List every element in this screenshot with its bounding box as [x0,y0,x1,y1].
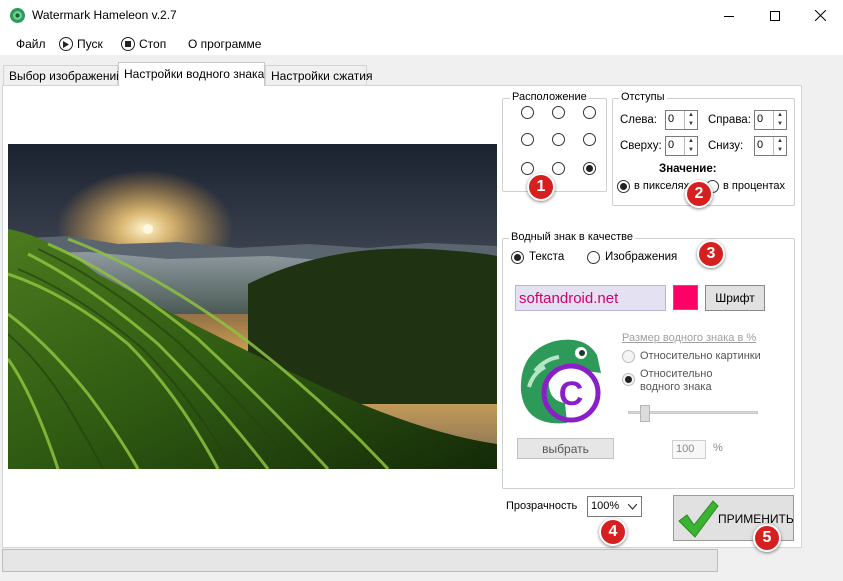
margin-bottom-spinner[interactable]: 0 ▲ ▼ [754,136,787,156]
value-heading: Значение: [659,163,717,175]
relative-picture-label: Относительно картинки [640,350,761,362]
position-bottom-right-radio[interactable] [583,162,596,175]
watermark-color-swatch[interactable] [673,285,698,310]
relative-watermark-label: Относительно водного знака [640,368,713,393]
badge-2: 2 [685,180,713,208]
chameleon-logo-icon: C [520,339,601,424]
position-middle-right-radio[interactable] [583,133,596,146]
tab-image-selection[interactable]: Выбор изображений [3,65,123,86]
badge-4: 4 [599,518,627,546]
opacity-select[interactable]: 100% [587,496,642,517]
margin-right-value: 0 [757,113,764,125]
watermark-image-radio[interactable] [587,251,600,264]
close-icon [814,10,826,21]
preview-image [8,144,497,469]
margin-top-label: Сверху: [620,140,662,152]
close-button[interactable] [797,0,843,31]
position-middle-left-radio[interactable] [521,133,534,146]
window-title: Watermark Hameleon v.2.7 [32,8,177,22]
tab-compression-settings[interactable]: Настройки сжатия [265,65,372,86]
title-bar: Watermark Hameleon v.2.7 [0,0,843,31]
chameleon-app-icon [9,7,26,24]
minimize-button[interactable] [706,0,752,31]
watermark-text-value: softandroid.net [519,290,619,307]
font-button[interactable]: Шрифт [705,285,765,311]
size-slider-thumb[interactable] [640,405,650,422]
margin-right-spinner[interactable]: 0 ▲ ▼ [754,110,787,130]
tab-watermark-settings[interactable]: Настройки водного знака [118,62,265,86]
margin-left-label: Слева: [620,114,657,126]
choose-image-button[interactable]: выбрать [517,438,614,459]
margin-left-value: 0 [668,113,675,125]
relative-watermark-radio[interactable] [622,373,635,386]
relative-picture-radio[interactable] [622,350,635,363]
apply-button-label: ПРИМЕНИТЬ [718,512,794,526]
watermark-image-label: Изображения [605,251,678,263]
margins-group-title: Отступы [619,91,667,103]
size-percent-value: 100 [676,443,695,455]
opacity-label: Прозрачность [506,500,578,512]
position-top-center-radio[interactable] [552,106,565,119]
stop-icon [121,37,135,51]
maximize-icon [770,10,780,21]
margin-bottom-value: 0 [757,139,764,151]
spinner-arrows[interactable]: ▲ ▼ [773,137,786,155]
watermark-image-preview: C [515,331,603,431]
margin-bottom-label: Снизу: [708,140,744,152]
position-middle-center-radio[interactable] [552,133,565,146]
unit-pixels-radio[interactable] [617,180,630,193]
menu-stop[interactable]: Стоп [121,35,166,53]
watermark-text-input[interactable]: softandroid.net [515,285,666,311]
watermark-size-link[interactable]: Размер водного знака в % [622,332,756,344]
margin-left-spinner[interactable]: 0 ▲ ▼ [665,110,698,130]
size-percent-unit: % [713,442,723,454]
minimize-icon [724,15,734,17]
watermark-type-group-title: Водный знак в качестве [509,231,635,243]
spinner-arrows[interactable]: ▲ ▼ [684,137,697,155]
menu-start[interactable]: Пуск [59,35,103,53]
spinner-arrows[interactable]: ▲ ▼ [684,111,697,129]
unit-percent-label: в процентах [723,180,785,192]
position-top-left-radio[interactable] [521,106,534,119]
badge-1: 1 [527,173,555,201]
checkmark-icon [678,500,719,538]
menu-bar: Файл Пуск Стоп О программе [0,31,843,55]
size-slider[interactable] [628,405,758,423]
menu-start-label: Пуск [77,37,103,51]
position-top-right-radio[interactable] [583,106,596,119]
margin-top-value: 0 [668,139,675,151]
position-bottom-center-radio[interactable] [552,162,565,175]
badge-3: 3 [697,240,725,268]
margin-right-label: Справа: [708,114,751,126]
watermark-text-label: Текста [529,251,565,263]
spinner-arrows[interactable]: ▲ ▼ [773,111,786,129]
menu-stop-label: Стоп [139,37,167,51]
chevron-down-icon [628,504,637,510]
watermark-text-radio[interactable] [511,251,524,264]
play-icon [59,37,73,51]
menu-about[interactable]: О программе [188,35,261,53]
size-percent-input[interactable]: 100 [672,440,706,459]
position-bottom-left-radio[interactable] [521,162,534,175]
opacity-value: 100% [591,500,620,512]
position-group-title: Расположение [510,91,589,103]
menu-file[interactable]: Файл [16,35,46,53]
progress-bar [2,549,718,572]
svg-text:C: C [559,375,584,413]
maximize-button[interactable] [752,0,798,31]
badge-5: 5 [753,524,781,552]
unit-pixels-label: в пикселях [634,180,690,192]
tab-panel-watermark-settings: Расположение 1 Отступы Слева: 0 ▲ ▼ Справ… [2,85,802,552]
margin-top-spinner[interactable]: 0 ▲ ▼ [665,136,698,156]
